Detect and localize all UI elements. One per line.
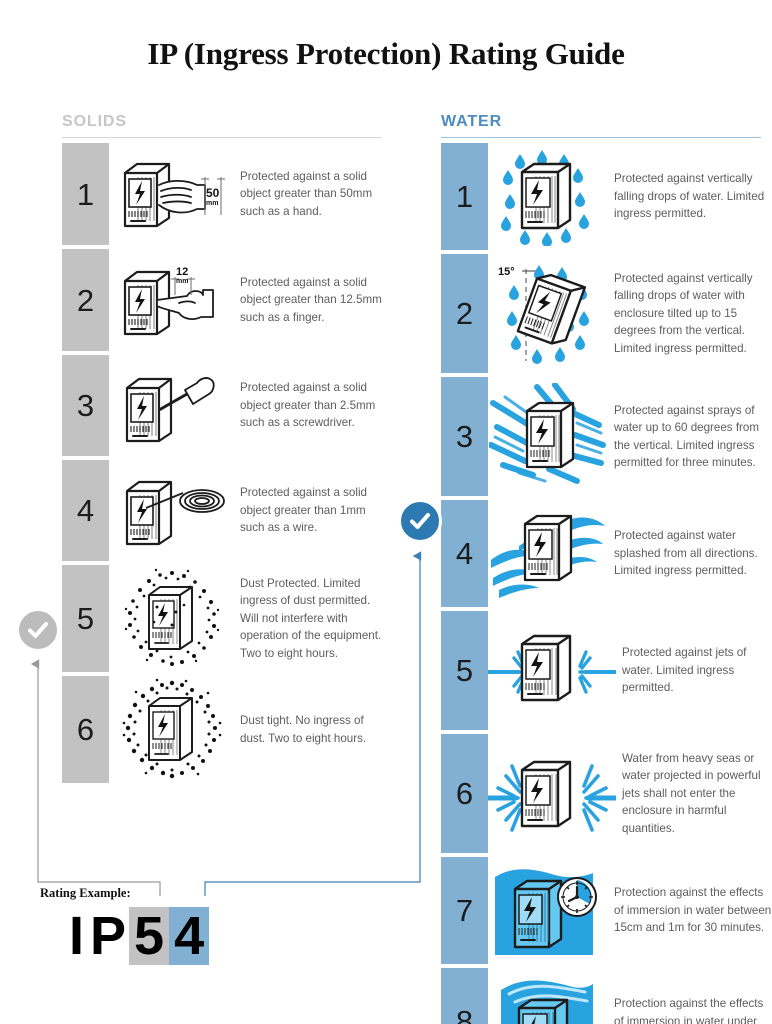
enclosure-hand-50mm-icon: 50 mm: [109, 143, 234, 245]
solids-description-1: Protected against a solid object greater…: [240, 169, 373, 218]
table-row: 8 Protection against the effects of imme…: [441, 968, 772, 1024]
solids-rating-number-6: 6: [62, 676, 109, 783]
water-rating-number-3: 3: [441, 377, 488, 496]
infographic-page: IP (Ingress Protection) Rating Guide SOL…: [0, 0, 772, 1024]
table-row: 7 Protection against the effects of imme…: [441, 857, 772, 964]
table-row: 6: [441, 734, 772, 853]
table-row: 5: [62, 565, 392, 672]
solids-rating-number-1: 1: [62, 143, 109, 245]
solids-description-5: Dust Protected. Limited ingress of dust …: [240, 576, 382, 660]
solids-rating-number-5: 5: [62, 565, 109, 672]
enclosure-spraying-water-icon: [488, 377, 608, 496]
solids-icon-label-1: 50: [206, 186, 220, 200]
enclosure-screwdriver-icon: [109, 355, 234, 456]
enclosure-dust-tight-icon: [109, 676, 234, 783]
water-description-1: Protected against vertically falling dro…: [614, 172, 765, 221]
table-row: 1: [441, 143, 772, 250]
enclosure-dust-protected-icon: [109, 565, 234, 672]
water-rating-number-7: 7: [441, 857, 488, 964]
table-row: 2 12 mm Protected against a solid object…: [62, 249, 392, 351]
solids-rating-number-2: 2: [62, 249, 109, 351]
solids-description-6: Dust tight. No ingress of dust. Two to e…: [240, 714, 367, 745]
water-check-badge[interactable]: [398, 499, 442, 543]
page-title: IP (Ingress Protection) Rating Guide: [147, 36, 625, 71]
enclosure-finger-12mm-icon: 12 mm: [109, 249, 234, 351]
solids-header-label: SOLIDS: [62, 113, 127, 130]
column-header-water: WATER: [441, 112, 761, 138]
svg-text:mm: mm: [176, 278, 188, 285]
water-rating-number-8: 8: [441, 968, 488, 1024]
rating-water-digit: 4: [169, 907, 210, 965]
water-description-5: Protected against jets of water. Limited…: [622, 646, 747, 695]
water-rating-number-1: 1: [441, 143, 488, 250]
table-row: 5: [441, 611, 772, 730]
solids-column: 1 50 mm Protected against a solid object…: [62, 143, 392, 787]
enclosure-immersion-timed-icon: [488, 857, 608, 964]
water-rating-number-2: 2: [441, 254, 488, 373]
water-description-6: Water from heavy seas or water projected…: [622, 751, 761, 835]
check-icon: [410, 513, 430, 529]
table-row: 1: [62, 143, 392, 245]
rating-example-label: Rating Example:: [40, 886, 131, 900]
column-header-solids: SOLIDS: [62, 112, 382, 138]
table-row: 4: [441, 500, 772, 607]
water-rating-number-6: 6: [441, 734, 488, 853]
rating-prefix-i: I: [69, 906, 85, 966]
water-description-3: Protected against sprays of water up to …: [614, 403, 760, 470]
rating-example: Rating Example: I P 5 4: [40, 886, 270, 965]
table-row: 2 15° Protected against vertically falli…: [441, 254, 772, 373]
enclosure-wire-icon: [109, 460, 234, 561]
table-row: 6: [62, 676, 392, 783]
water-description-2: Protected against vertically falling dro…: [614, 271, 753, 355]
solids-description-4: Protected against a solid object greater…: [240, 486, 367, 535]
solids-check-badge[interactable]: [16, 608, 60, 652]
enclosure-tilted-dripping-icon: 15°: [488, 254, 608, 373]
check-icon: [28, 622, 48, 638]
enclosure-water-jets-icon: [488, 611, 616, 730]
water-description-4: Protected against water splashed from al…: [614, 529, 758, 578]
enclosure-dripping-water-icon: [488, 143, 608, 250]
table-row: 3: [441, 377, 772, 496]
enclosure-powerful-jets-icon: [488, 734, 616, 853]
water-header-label: WATER: [441, 113, 503, 130]
svg-text:mm: mm: [206, 200, 218, 207]
solids-description-3: Protected against a solid object greater…: [240, 381, 376, 430]
enclosure-deep-immersion-icon: [488, 968, 608, 1024]
table-row: 4: [62, 460, 392, 561]
rating-solids-digit: 5: [129, 907, 170, 965]
solids-icon-label-2: 12: [176, 266, 188, 278]
solids-header-rule: [62, 137, 382, 138]
table-row: 3: [62, 355, 392, 456]
water-description-8: Protection against the effects of immers…: [614, 997, 764, 1024]
water-header-rule: [441, 137, 761, 138]
rating-prefix-p: P: [90, 906, 127, 966]
enclosure-splashing-water-icon: [488, 500, 608, 607]
water-column: 1 Protected against vertically falling d…: [441, 143, 772, 1024]
solids-description-2: Protected against a solid object greater…: [240, 275, 382, 324]
solids-rating-number-3: 3: [62, 355, 109, 456]
clock-icon: [557, 876, 597, 917]
water-description-7: Protection against the effects of immers…: [614, 886, 772, 935]
water-rating-number-5: 5: [441, 611, 488, 730]
solids-rating-number-4: 4: [62, 460, 109, 561]
rating-example-code: I P 5 4: [66, 907, 270, 965]
water-rating-number-4: 4: [441, 500, 488, 607]
water-icon-label-2: 15°: [498, 266, 515, 278]
